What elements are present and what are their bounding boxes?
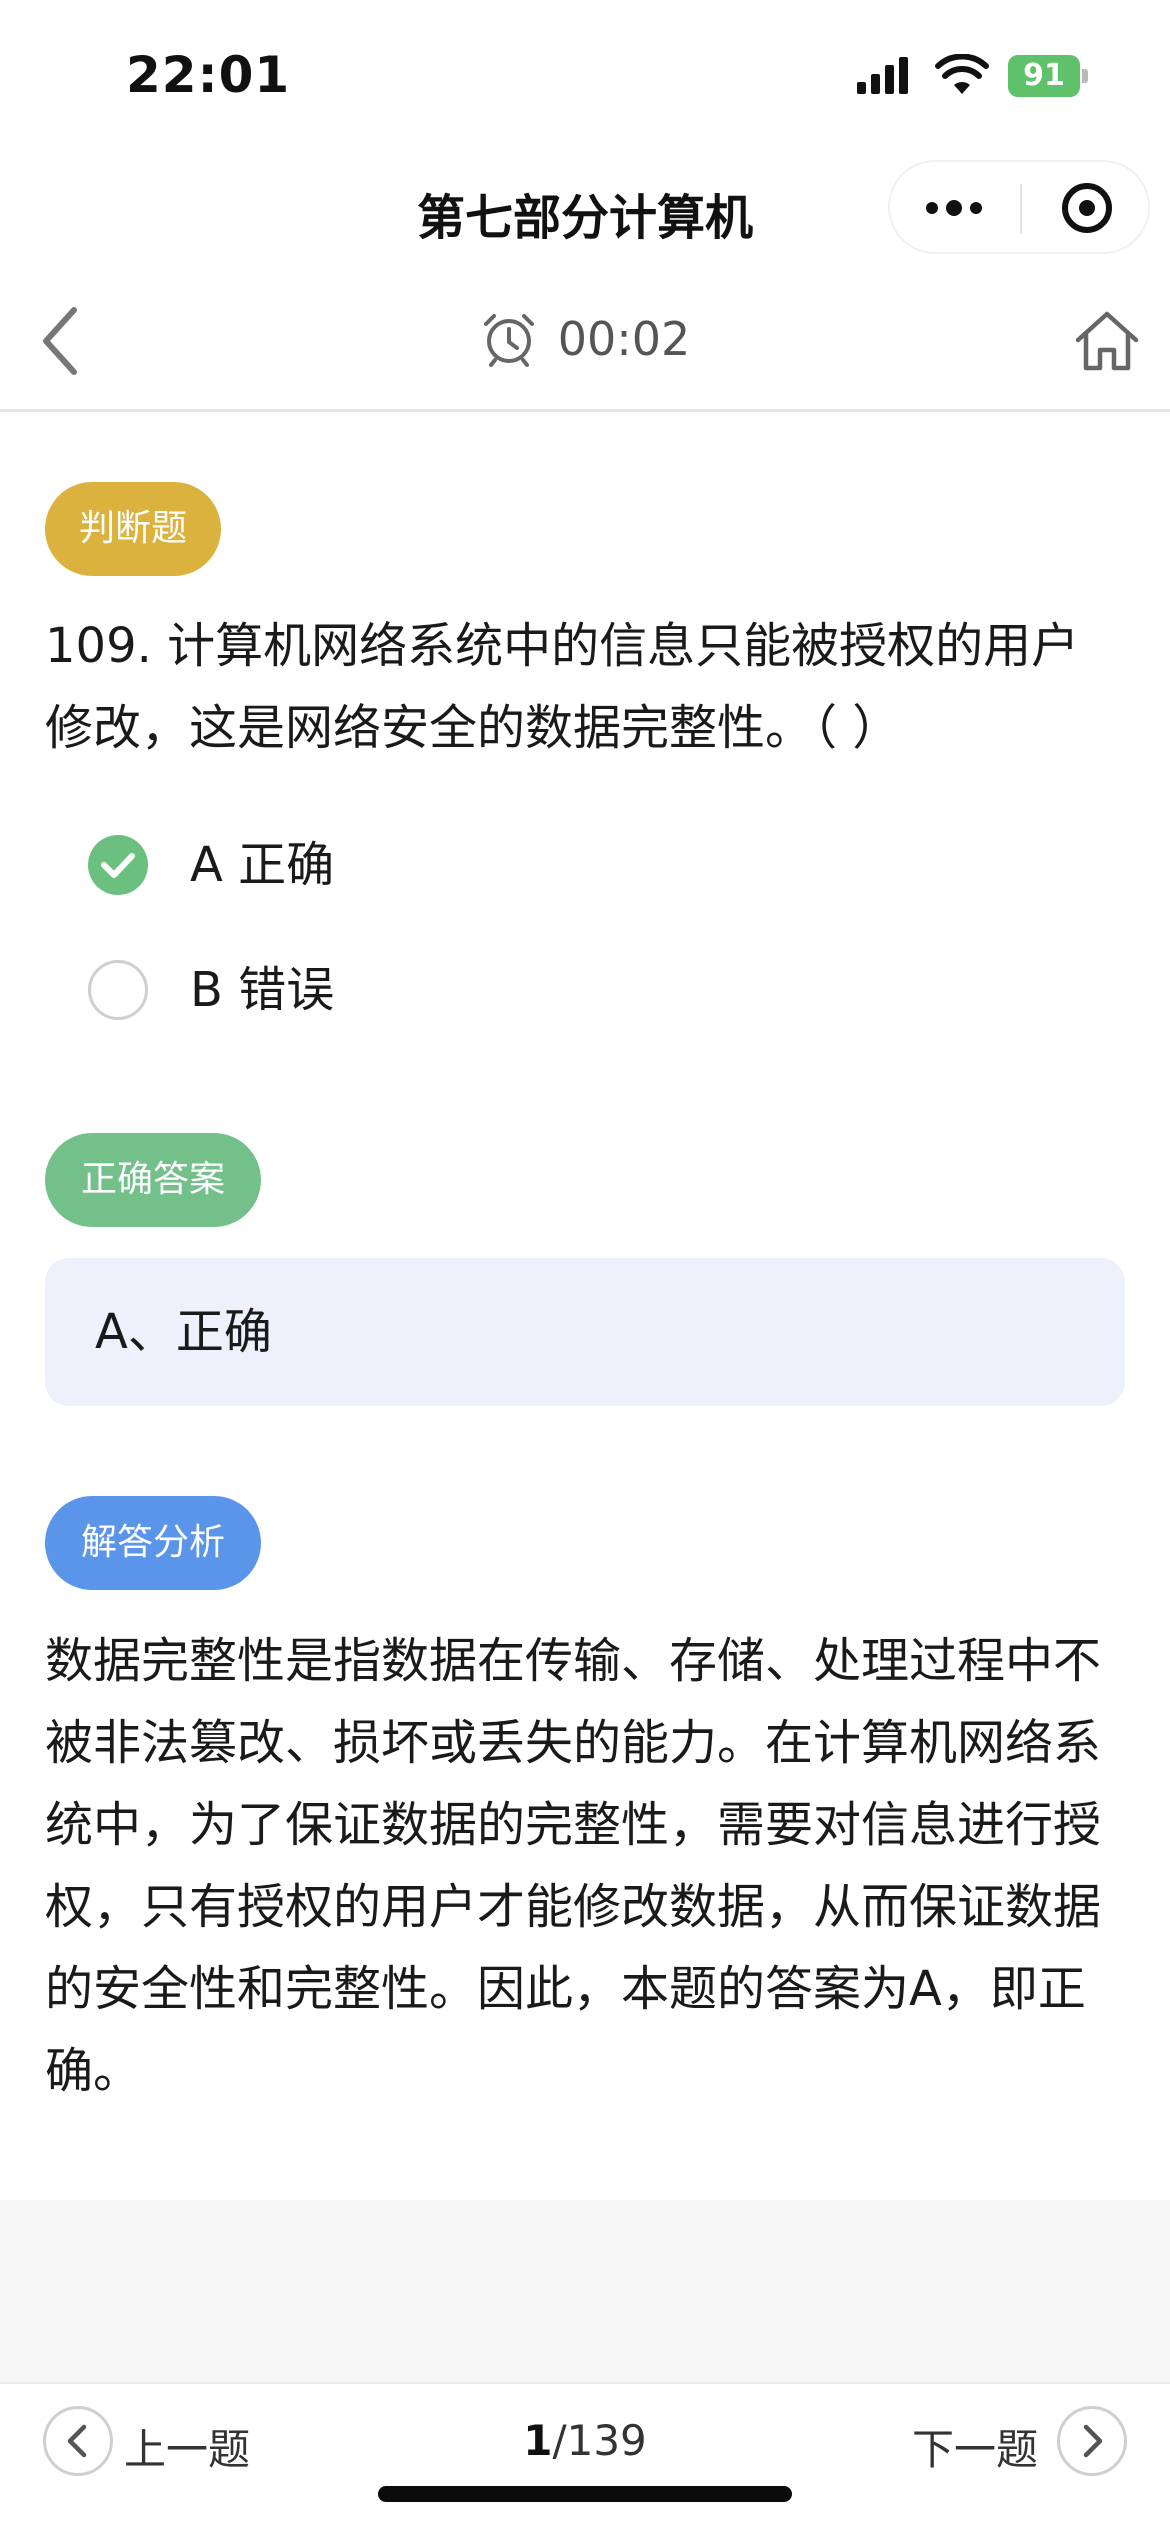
option-label: A 正确 [190,837,335,893]
mini-program-capsule [888,160,1150,254]
status-time: 22:01 [126,46,291,104]
total-pages: /139 [552,2416,647,2465]
nav-bar: 00:02 [0,270,1170,412]
more-dots-icon [926,202,938,214]
analysis-text: 数据完整性是指数据在传输、存储、处理过程中不被非法篡改、损坏或丢失的能力。在计算… [45,1633,1102,2099]
home-icon[interactable] [1072,306,1142,376]
cellular-signal-icon [857,57,908,94]
correct-answer-tag: 正确答案 [45,1133,261,1227]
battery-icon: 91 [1008,55,1088,97]
footer-bar: 上一题 1/139 下一题 [0,2382,1170,2532]
more-dots-icon [946,200,962,216]
close-mini-program-button[interactable] [1022,162,1150,252]
question-text: 109. 计算机网络系统中的信息只能被授权的用户修改，这是网络安全的数据完整性。… [45,618,1080,756]
timer-text: 00:02 [557,312,691,366]
battery-level: 91 [1023,58,1065,93]
chevron-right-icon [1083,2424,1103,2458]
checkmark-icon [88,835,148,895]
more-options-button[interactable] [890,162,1020,252]
more-dots-icon [970,202,982,214]
title-bar: 第七部分计算机 [0,150,1170,270]
option-label: B 错误 [190,962,335,1018]
next-question-button[interactable] [1057,2406,1127,2476]
option-b[interactable]: B 错误 [88,950,688,1030]
current-page: 1 [523,2416,553,2465]
question-type-tag: 判断题 [45,482,221,576]
status-bar: 22:01 91 [0,0,1170,150]
next-question-label[interactable]: 下一题 [912,2416,1038,2477]
target-circle-core [1079,200,1095,216]
answer-text: A、正确 [95,1304,272,1360]
option-a[interactable]: A 正确 [88,825,688,905]
radio-empty-icon [88,960,148,1020]
timer: 00:02 [0,310,1170,372]
home-indicator [378,2486,792,2502]
analysis-tag: 解答分析 [45,1496,261,1590]
answer-box: A、正确 [45,1258,1125,1406]
footer-spacer [0,2200,1170,2382]
wifi-icon [935,54,989,94]
alarm-clock-icon [483,314,534,367]
